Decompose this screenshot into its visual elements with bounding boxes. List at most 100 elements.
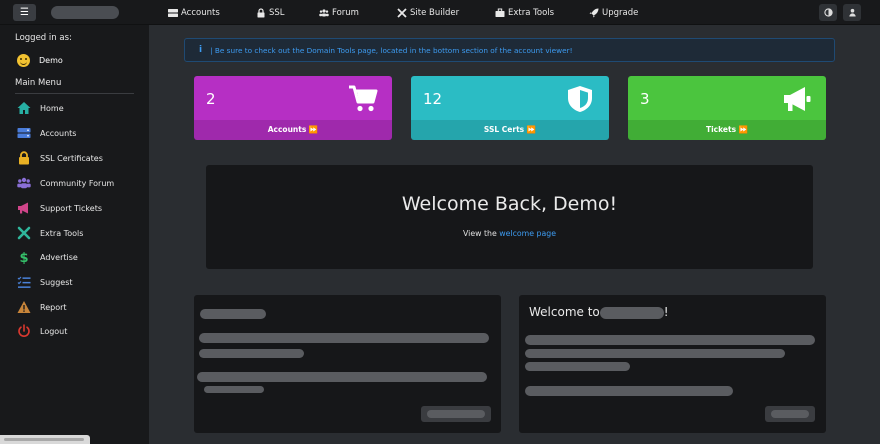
right-info-panel: Welcome to!	[519, 295, 826, 433]
panel-title: Welcome to!	[529, 305, 669, 319]
topnav-label: Site Builder	[410, 7, 460, 18]
power-icon	[18, 324, 30, 337]
users-icon	[17, 177, 31, 189]
contrast-icon	[823, 8, 833, 17]
info-icon: i	[199, 45, 203, 55]
users-icon	[319, 8, 329, 16]
sidebar-item-suggest[interactable]: Suggest	[17, 274, 73, 290]
sidebar-item-label: SSL Certificates	[40, 153, 103, 163]
welcome-page-link[interactable]: welcome page	[499, 229, 556, 238]
topnav-label: SSL	[269, 7, 285, 18]
redacted-title	[200, 309, 266, 319]
info-alert: i | Be sure to check out the Domain Tool…	[184, 38, 835, 62]
list-check-icon	[17, 276, 31, 288]
rocket-icon	[589, 8, 599, 17]
sidebar-item-logout[interactable]: Logout	[17, 323, 67, 339]
sidebar-item-report[interactable]: Report	[17, 299, 67, 315]
hamburger-icon: ☰	[20, 7, 29, 18]
tools-icon	[397, 7, 407, 18]
redacted-text	[525, 386, 733, 396]
stat-link[interactable]: Accounts ⏩	[194, 120, 392, 140]
divider	[15, 93, 134, 94]
sidebar-item-home[interactable]: Home	[17, 100, 64, 116]
user-icon	[848, 8, 856, 17]
topnav-forum[interactable]: Forum	[319, 0, 359, 25]
welcome-heading: Welcome Back, Demo!	[401, 193, 618, 215]
left-info-panel	[194, 295, 501, 433]
smiley-icon	[17, 54, 30, 67]
panel-action-button[interactable]	[765, 406, 815, 422]
sidebar-item-label: Logout	[40, 326, 68, 336]
topnav-upgrade[interactable]: Upgrade	[589, 0, 638, 25]
megaphone-icon	[18, 202, 28, 214]
toolbox-icon	[495, 8, 505, 17]
status-url-bar	[0, 435, 90, 444]
main-menu-heading: Main Menu	[15, 78, 62, 88]
warning-icon	[17, 301, 31, 313]
ssl-stat-card[interactable]: 12 SSL Certs ⏩	[411, 76, 609, 140]
redacted-text	[197, 372, 487, 382]
topnav-label: Upgrade	[602, 7, 639, 18]
topnav-label: Accounts	[181, 7, 220, 18]
topnav-site-builder[interactable]: Site Builder	[397, 0, 459, 25]
welcome-prefix: View the	[462, 229, 500, 238]
tickets-stat-card[interactable]: 3 Tickets ⏩	[628, 76, 826, 140]
redacted-url	[4, 438, 84, 441]
panel-action-button[interactable]	[421, 406, 491, 422]
server-icon	[17, 128, 31, 138]
username: Demo	[39, 56, 63, 65]
svg-text:$: $	[19, 251, 28, 264]
redacted-button-label	[771, 410, 809, 418]
dollar-icon: $	[19, 251, 28, 264]
lock-icon	[19, 151, 29, 165]
user-menu-button[interactable]	[843, 4, 861, 21]
tools-icon	[17, 226, 31, 240]
sidebar-item-community-forum[interactable]: Community Forum	[17, 175, 114, 191]
sidebar-item-accounts[interactable]: Accounts	[17, 125, 76, 141]
site-logo[interactable]	[51, 6, 119, 19]
sidebar-item-label: Report	[40, 302, 67, 312]
stat-link[interactable]: SSL Certs ⏩	[411, 120, 609, 140]
sidebar-item-label: Home	[40, 103, 64, 113]
sidebar-item-ssl-certificates[interactable]: SSL Certificates	[17, 150, 103, 166]
current-user[interactable]: Demo	[17, 54, 63, 67]
sidebar-item-extra-tools[interactable]: Extra Tools	[17, 225, 83, 241]
theme-toggle-button[interactable]	[819, 4, 837, 21]
topnav-accounts[interactable]: Accounts	[168, 0, 220, 25]
sidebar-item-label: Accounts	[40, 128, 77, 138]
sidebar: Logged in as: Demo Main Menu Home Accoun…	[0, 25, 149, 444]
panel-title-suffix: !	[663, 305, 669, 319]
accounts-stat-card[interactable]: 2 Accounts ⏩	[194, 76, 392, 140]
menu-toggle-button[interactable]: ☰	[13, 4, 36, 21]
cart-icon	[349, 85, 378, 112]
redacted-button-label	[427, 410, 485, 418]
topnav-ssl[interactable]: SSL	[256, 0, 285, 25]
redacted-text	[199, 333, 489, 343]
redacted-text	[525, 362, 630, 371]
megaphone-icon	[784, 87, 811, 111]
sidebar-item-label: Advertise	[40, 252, 78, 262]
redacted-text	[525, 335, 815, 345]
welcome-text: View the welcome page	[206, 229, 813, 238]
welcome-card: Welcome Back, Demo! View the welcome pag…	[206, 165, 813, 269]
sidebar-item-support-tickets[interactable]: Support Tickets	[17, 200, 102, 216]
sidebar-item-advertise[interactable]: $ Advertise	[17, 249, 78, 265]
alert-text: | Be sure to check out the Domain Tools …	[210, 45, 573, 55]
topnav-label: Forum	[332, 7, 359, 18]
shield-icon	[568, 86, 592, 112]
stat-count: 12	[423, 90, 443, 108]
topnav-extra-tools[interactable]: Extra Tools	[495, 0, 554, 25]
top-bar: ☰ Accounts SSL Forum Site Builder Extra …	[0, 0, 880, 25]
home-icon	[17, 102, 31, 114]
topnav-label: Extra Tools	[508, 7, 555, 18]
redacted-text	[204, 386, 264, 393]
server-icon	[168, 8, 178, 17]
redacted-site-name	[599, 306, 664, 319]
stat-link[interactable]: Tickets ⏩	[628, 120, 826, 140]
lock-icon	[257, 7, 265, 17]
sidebar-item-label: Extra Tools	[40, 228, 84, 238]
redacted-text	[199, 349, 304, 358]
logged-in-label: Logged in as:	[15, 33, 72, 43]
sidebar-item-label: Suggest	[40, 277, 73, 287]
panel-title-prefix: Welcome to	[529, 305, 600, 319]
